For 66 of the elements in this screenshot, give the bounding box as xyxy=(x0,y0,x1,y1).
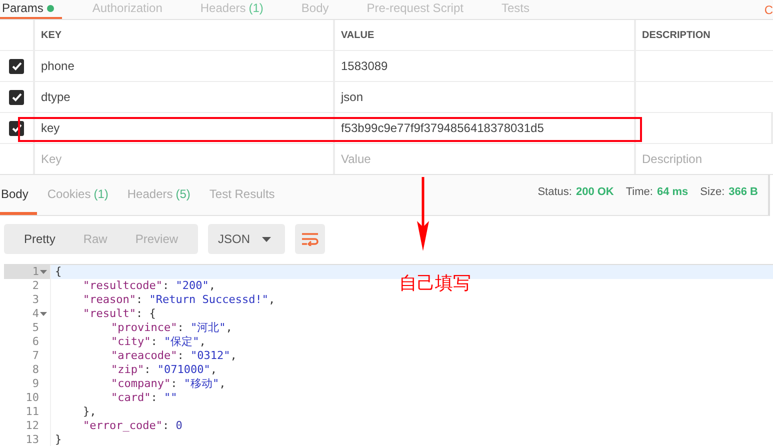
line-number: 4 xyxy=(32,307,39,321)
placeholder-text[interactable]: Value xyxy=(341,152,371,166)
request-tab[interactable]: Headers (1) xyxy=(196,0,272,19)
table-cell: key xyxy=(41,121,60,135)
wrap-button[interactable] xyxy=(295,224,326,254)
format-dropdown[interactable]: JSON xyxy=(208,224,286,254)
code-line: "province": "河北", xyxy=(111,321,232,335)
request-tab[interactable]: Params xyxy=(0,0,62,19)
status-value: 200 OK xyxy=(576,186,614,198)
column-header: VALUE xyxy=(335,20,636,50)
line-number: 5 xyxy=(32,321,39,335)
view-mode-button[interactable]: Raw xyxy=(69,232,122,246)
status-value: 64 ms xyxy=(656,186,688,198)
caret-icon xyxy=(262,236,272,242)
table-cell: f53b99c9e77f9f3794856418378031d5 xyxy=(341,121,544,135)
column-header: DESCRIPTION xyxy=(641,28,712,42)
line-number: 13 xyxy=(26,433,39,446)
view-mode-button[interactable]: Pretty xyxy=(10,232,70,246)
status-value: 366 B xyxy=(728,186,758,198)
table-cell: dtype xyxy=(41,90,70,104)
table-cell: 1583089 xyxy=(341,59,388,73)
wrap-lines-icon xyxy=(301,232,320,246)
table-cell: json xyxy=(341,90,364,104)
annotation-text: 自己填写 xyxy=(399,272,471,295)
line-number: 10 xyxy=(26,391,39,405)
response-tab[interactable]: Body xyxy=(0,175,38,215)
response-tab[interactable]: Cookies (1) xyxy=(45,175,118,215)
line-number: 12 xyxy=(26,419,39,433)
line-number: 6 xyxy=(32,335,39,349)
code-line: "company": "移动", xyxy=(111,377,226,391)
line-number: 3 xyxy=(32,293,39,307)
response-tab[interactable]: Test Results xyxy=(207,175,284,215)
line-number: 7 xyxy=(32,349,39,363)
line-number: 11 xyxy=(26,405,39,419)
code-line: "zip": "071000", xyxy=(111,363,217,377)
code-line: "error_code": 0 xyxy=(83,419,182,433)
checkbox[interactable] xyxy=(9,58,24,74)
down-arrow-icon xyxy=(417,177,429,251)
status-label: Time: xyxy=(626,186,653,198)
code-line: "reason": "Return Successd!", xyxy=(83,293,276,307)
code-line: "areacode": "0312", xyxy=(111,349,237,363)
line-number: 2 xyxy=(32,279,39,293)
code-line: "card": "" xyxy=(111,391,178,405)
code-line: }, xyxy=(83,405,96,419)
request-tab[interactable]: Body xyxy=(297,0,337,19)
placeholder-text[interactable]: Key xyxy=(41,152,62,166)
table-cell: phone xyxy=(41,59,74,73)
request-tab[interactable]: Pre-request Script xyxy=(362,0,472,19)
status-label: Size: xyxy=(700,186,725,198)
view-mode-button[interactable]: Preview xyxy=(121,232,192,246)
placeholder-text[interactable]: Description xyxy=(642,152,702,166)
line-number: 8 xyxy=(32,363,39,377)
status-label: Status: xyxy=(538,186,572,198)
response-tab[interactable]: Headers (5) xyxy=(125,175,200,215)
request-tab[interactable]: Authorization xyxy=(88,0,170,19)
request-tab[interactable]: Tests xyxy=(497,0,538,19)
line-number: 9 xyxy=(32,377,39,391)
code-line: "city": "保定", xyxy=(111,335,206,349)
column-header: KEY xyxy=(35,20,335,50)
line-number: 1 xyxy=(32,265,39,279)
code-line: } xyxy=(55,433,62,446)
code-line: "result": { xyxy=(83,307,156,321)
code-line: "resultcode": "200", xyxy=(83,279,216,293)
code-line: { xyxy=(55,265,62,279)
cookies-link[interactable]: C xyxy=(764,2,773,16)
checkbox[interactable] xyxy=(9,90,24,104)
